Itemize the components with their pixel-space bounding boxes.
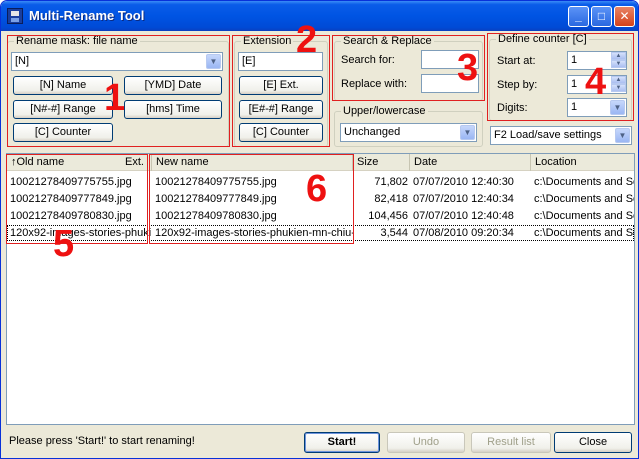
date-cell: 07/08/2010 09:20:34 [413, 227, 514, 239]
settings-combo[interactable]: F2 Load/save settings ▼ [490, 126, 632, 145]
location-cell: c:\Documents and Se [534, 227, 634, 239]
column-date[interactable]: Date [410, 154, 531, 171]
undo-button[interactable]: Undo [387, 432, 465, 453]
location-cell: c:\Documents and Se [534, 193, 634, 205]
multi-rename-window: Multi-Rename Tool _ □ ✕ Rename mask: fil… [0, 0, 639, 459]
start-button[interactable]: Start! [304, 432, 380, 453]
annotation-number-2: 2 [296, 19, 318, 61]
size-cell: 82,418 [374, 193, 408, 205]
location-cell: c:\Documents and Se [534, 176, 634, 188]
size-cell: 104,456 [368, 210, 408, 222]
floppy-disk-icon [7, 8, 23, 24]
location-cell: c:\Documents and Se [534, 210, 634, 222]
annotation-number-4: 4 [585, 61, 607, 103]
minimize-button[interactable]: _ [568, 6, 589, 27]
chevron-down-icon[interactable]: ▼ [615, 128, 630, 143]
annotation-box-4 [487, 33, 634, 121]
date-cell: 07/07/2010 12:40:48 [413, 210, 514, 222]
status-text: Please press 'Start!' to start renaming! [9, 435, 195, 447]
maximize-button[interactable]: □ [591, 6, 612, 27]
annotation-number-3: 3 [457, 47, 479, 89]
size-cell: 71,802 [374, 176, 408, 188]
column-location[interactable]: Location [531, 154, 634, 171]
annotation-number-1: 1 [104, 77, 126, 119]
case-value: Unchanged [344, 126, 401, 138]
date-cell: 07/07/2010 12:40:34 [413, 193, 514, 205]
column-size[interactable]: Size [353, 154, 410, 171]
window-title: Multi-Rename Tool [29, 8, 145, 23]
close-window-button[interactable]: ✕ [614, 6, 635, 27]
case-combo[interactable]: Unchanged ▼ [340, 123, 477, 142]
chevron-down-icon[interactable]: ▼ [460, 125, 475, 140]
annotation-number-5: 5 [53, 223, 75, 265]
annotation-number-6: 6 [306, 168, 328, 210]
close-button[interactable]: Close [554, 432, 632, 453]
title-bar[interactable]: Multi-Rename Tool _ □ ✕ [1, 1, 638, 31]
result-list-button[interactable]: Result list [471, 432, 551, 453]
annotation-box-5 [6, 154, 148, 244]
size-cell: 3,544 [380, 227, 408, 239]
case-label: Upper/lowercase [341, 105, 428, 117]
settings-value: F2 Load/save settings [494, 129, 602, 141]
date-cell: 07/07/2010 12:40:30 [413, 176, 514, 188]
